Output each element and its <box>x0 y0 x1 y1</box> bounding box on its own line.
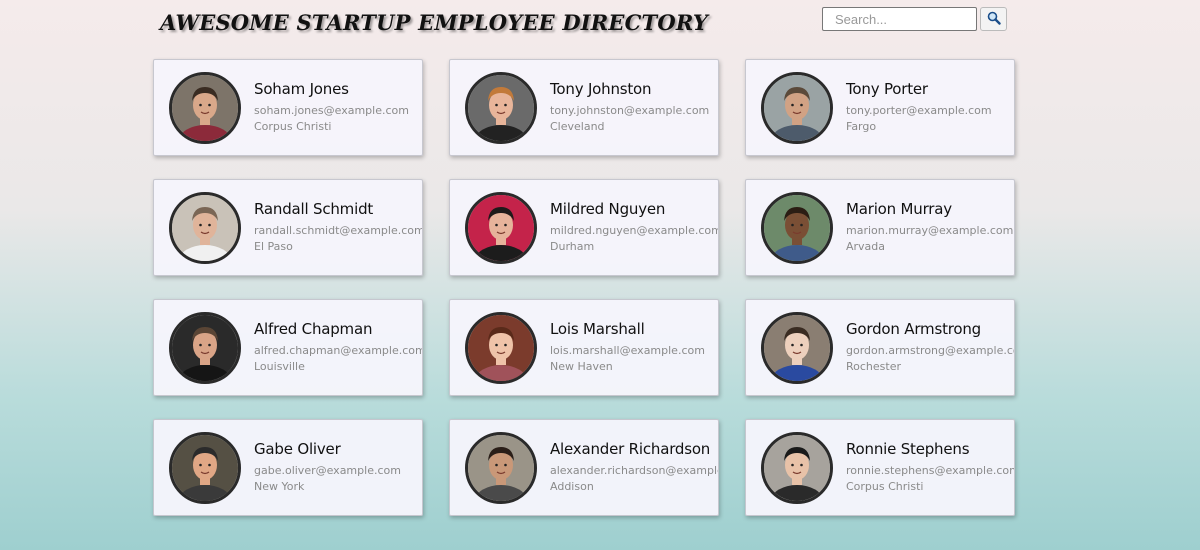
employee-info: Lois Marshall lois.marshall@example.com Ne… <box>550 320 705 375</box>
employee-name: Gabe Oliver <box>254 440 341 458</box>
employee-city: Arvada <box>846 240 886 253</box>
employee-info: Gabe Oliver gabe.oliver@example.com New Yo… <box>254 440 401 495</box>
employee-card[interactable]: Alfred Chapman alfred.chapman@example.com… <box>153 299 423 396</box>
employee-city: New York <box>254 480 305 493</box>
employee-name: Alfred Chapman <box>254 320 373 338</box>
employee-avatar <box>761 311 833 384</box>
search-input[interactable] <box>822 7 977 31</box>
employee-email: randall.schmidt@example.com <box>254 224 423 237</box>
employee-name: Soham Jones <box>254 80 349 98</box>
employee-info: Ronnie Stephens ronnie.stephens@example.c… <box>846 440 1015 495</box>
employee-avatar <box>761 71 833 144</box>
employee-info: Marion Murray marion.murray@example.com Ar… <box>846 200 1013 255</box>
search-form <box>822 7 1007 31</box>
page-title: AWESOME STARTUP EMPLOYEE DIRECTORY <box>160 10 709 35</box>
employee-city: Louisville <box>254 360 305 373</box>
employee-card[interactable]: Marion Murray marion.murray@example.com Ar… <box>745 179 1015 276</box>
employee-name: Lois Marshall <box>550 320 645 338</box>
employee-city: Rochester <box>846 360 901 373</box>
employee-email: gabe.oliver@example.com <box>254 464 401 477</box>
magnifier-icon <box>987 11 1001 28</box>
employee-avatar <box>465 71 537 144</box>
employee-avatar <box>465 311 537 384</box>
employee-info: Mildred Nguyen mildred.nguyen@example.com… <box>550 200 719 255</box>
employee-card[interactable]: Ronnie Stephens ronnie.stephens@example.c… <box>745 419 1015 516</box>
employee-city: Durham <box>550 240 595 253</box>
employee-name: Alexander Richardson <box>550 440 711 458</box>
employee-info: Gordon Armstrong gordon.armstrong@example… <box>846 320 1015 375</box>
employee-city: New Haven <box>550 360 613 373</box>
employee-email: alfred.chapman@example.com <box>254 344 423 357</box>
employee-card[interactable]: Alexander Richardson alexander.richardson… <box>449 419 719 516</box>
employee-info: Tony Porter tony.porter@example.com Fargo <box>846 80 992 135</box>
employee-avatar <box>761 191 833 264</box>
employee-city: Corpus Christi <box>846 480 924 493</box>
employee-name: Ronnie Stephens <box>846 440 970 458</box>
employee-name: Mildred Nguyen <box>550 200 666 218</box>
employee-avatar <box>169 311 241 384</box>
employee-email: tony.porter@example.com <box>846 104 992 117</box>
employee-info: Alexander Richardson alexander.richardson… <box>550 440 718 495</box>
employee-card[interactable]: Gordon Armstrong gordon.armstrong@example… <box>745 299 1015 396</box>
employee-email: alexander.richardson@example.com <box>550 464 718 477</box>
employee-card[interactable]: Randall Schmidt randall.schmidt@example.c… <box>153 179 423 276</box>
employee-info: Tony Johnston tony.johnston@example.com Cl… <box>550 80 709 135</box>
employee-card[interactable]: Tony Porter tony.porter@example.com Fargo <box>745 59 1015 156</box>
employee-card[interactable]: Tony Johnston tony.johnston@example.com Cl… <box>449 59 719 156</box>
employee-city: Fargo <box>846 120 877 133</box>
employee-name: Marion Murray <box>846 200 952 218</box>
employee-email: gordon.armstrong@example.com <box>846 344 1015 357</box>
employee-email: ronnie.stephens@example.com <box>846 464 1015 477</box>
employee-name: Tony Johnston <box>550 80 652 98</box>
employee-email: soham.jones@example.com <box>254 104 409 117</box>
employee-name: Gordon Armstrong <box>846 320 981 338</box>
employee-name: Tony Porter <box>846 80 928 98</box>
employee-name: Randall Schmidt <box>254 200 374 218</box>
employee-avatar <box>761 431 833 504</box>
employee-card[interactable]: Mildred Nguyen mildred.nguyen@example.com… <box>449 179 719 276</box>
employee-email: lois.marshall@example.com <box>550 344 705 357</box>
employee-card[interactable]: Lois Marshall lois.marshall@example.com Ne… <box>449 299 719 396</box>
employee-city: Corpus Christi <box>254 120 332 133</box>
employee-email: mildred.nguyen@example.com <box>550 224 719 237</box>
employee-avatar <box>465 191 537 264</box>
employee-info: Soham Jones soham.jones@example.com Corpus… <box>254 80 409 135</box>
search-button[interactable] <box>980 7 1007 31</box>
employee-city: El Paso <box>254 240 293 253</box>
employee-avatar <box>465 431 537 504</box>
employee-info: Randall Schmidt randall.schmidt@example.c… <box>254 200 423 255</box>
employee-email: marion.murray@example.com <box>846 224 1014 237</box>
employee-info: Alfred Chapman alfred.chapman@example.com… <box>254 320 423 375</box>
employee-city: Addison <box>550 480 594 493</box>
employee-card[interactable]: Soham Jones soham.jones@example.com Corpus… <box>153 59 423 156</box>
employee-gallery: Soham Jones soham.jones@example.com Corpus… <box>153 59 1015 516</box>
employee-card[interactable]: Gabe Oliver gabe.oliver@example.com New Yo… <box>153 419 423 516</box>
employee-email: tony.johnston@example.com <box>550 104 710 117</box>
employee-avatar <box>169 431 241 504</box>
employee-avatar <box>169 191 241 264</box>
employee-avatar <box>169 71 241 144</box>
employee-city: Cleveland <box>550 120 605 133</box>
